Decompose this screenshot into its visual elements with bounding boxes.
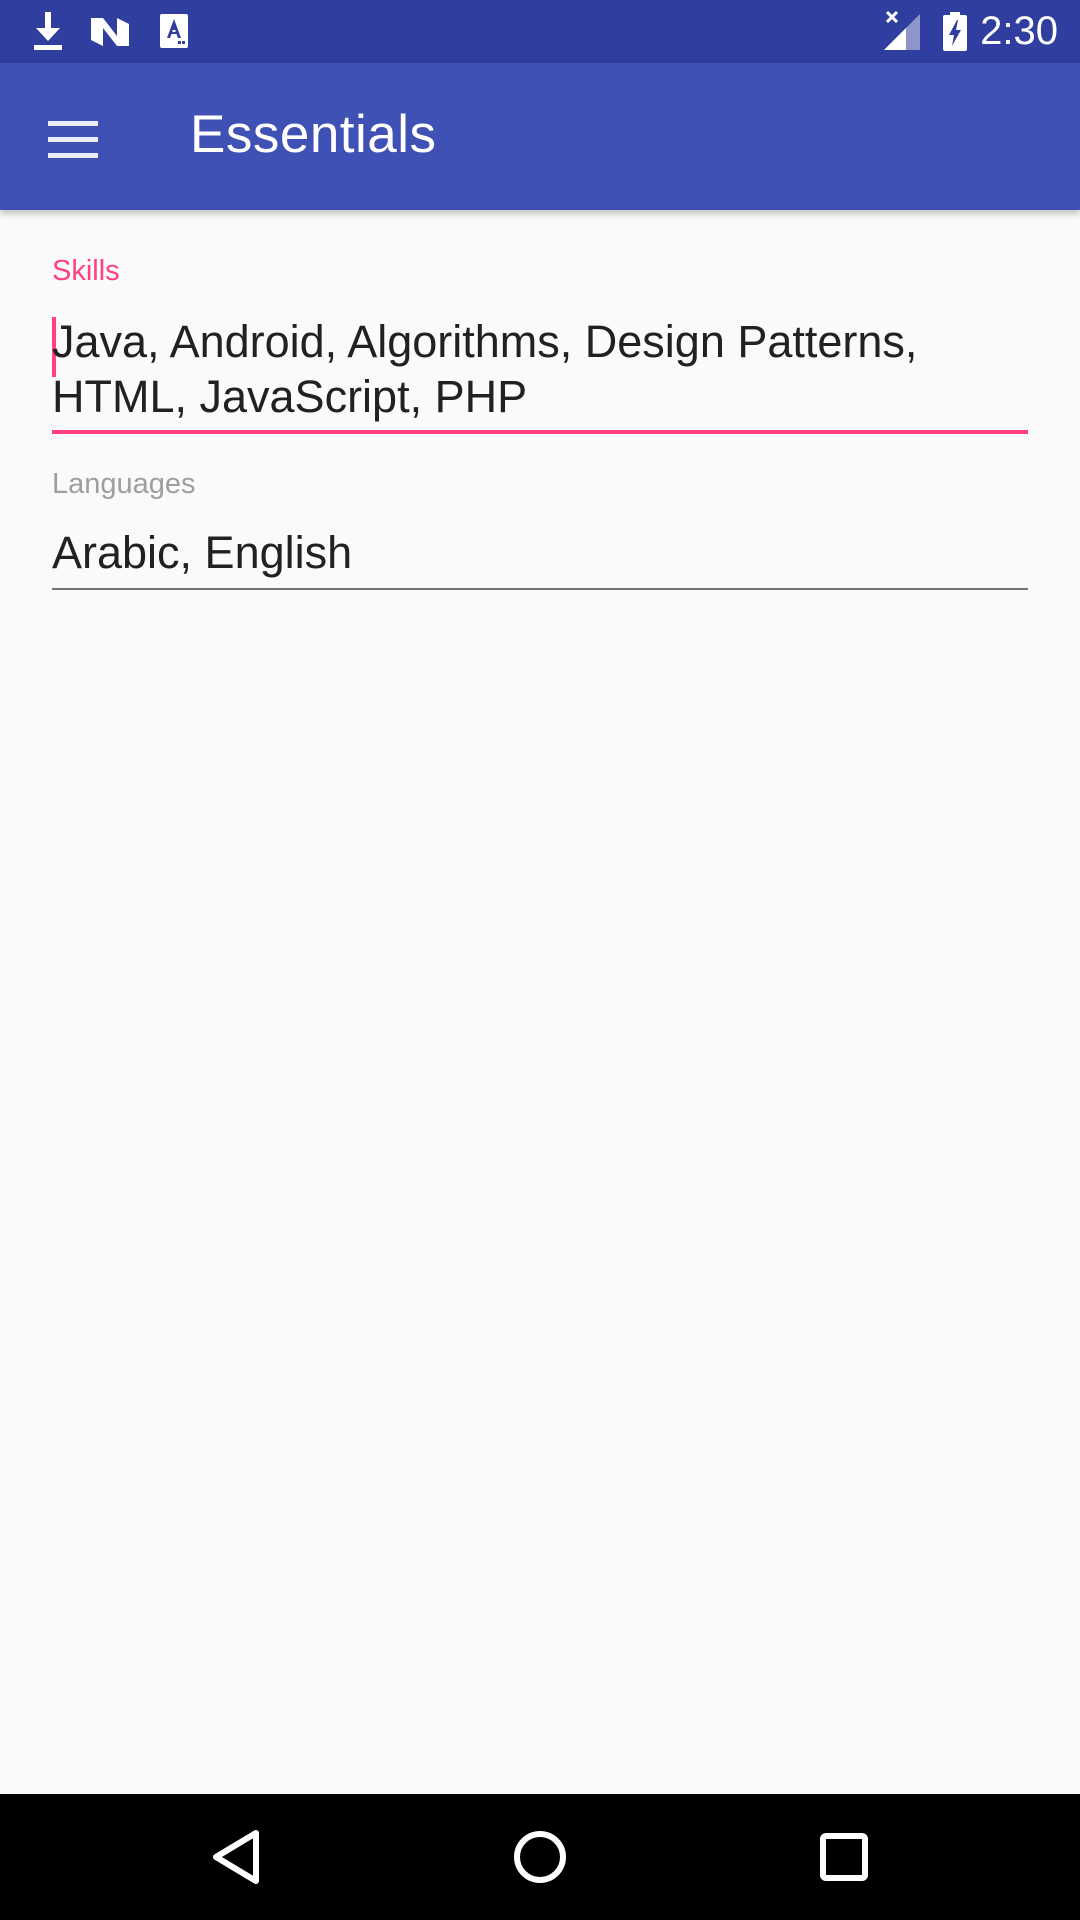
download-icon — [34, 12, 62, 50]
back-icon[interactable] — [196, 1817, 276, 1897]
languages-field[interactable]: Languages Arabic, English — [52, 466, 1028, 592]
skills-label: Skills — [52, 255, 120, 287]
languages-label: Languages — [52, 468, 196, 500]
skills-input-area[interactable]: Java, Android, Algorithms, Design Patter… — [52, 314, 1028, 424]
app-bar: Essentials — [0, 63, 1080, 210]
home-icon[interactable] — [500, 1817, 580, 1897]
a-notification-icon — [160, 14, 188, 48]
navigation-bar — [0, 1794, 1080, 1920]
skills-field[interactable]: Skills Java, Android, Algorithms, Design… — [52, 253, 1028, 436]
skills-input[interactable]: Java, Android, Algorithms, Design Patter… — [52, 314, 1028, 424]
status-time: 2:30 — [980, 9, 1058, 53]
battery-charging-icon — [943, 12, 967, 51]
languages-input[interactable]: Arabic, English — [52, 525, 1028, 580]
hamburger-menu-button[interactable] — [24, 91, 120, 181]
n-notification-icon — [91, 18, 129, 46]
recents-icon[interactable] — [804, 1817, 884, 1897]
status-bar: 2:30 — [0, 0, 1080, 63]
languages-input-area[interactable]: Arabic, English — [52, 525, 1028, 580]
signal-no-data-icon — [884, 10, 920, 50]
page-title: Essentials — [190, 105, 437, 164]
skills-underline — [52, 430, 1028, 434]
languages-underline — [52, 588, 1028, 590]
screen: 2:30 Essentials Skills Java, Android, Al… — [0, 0, 1080, 1920]
